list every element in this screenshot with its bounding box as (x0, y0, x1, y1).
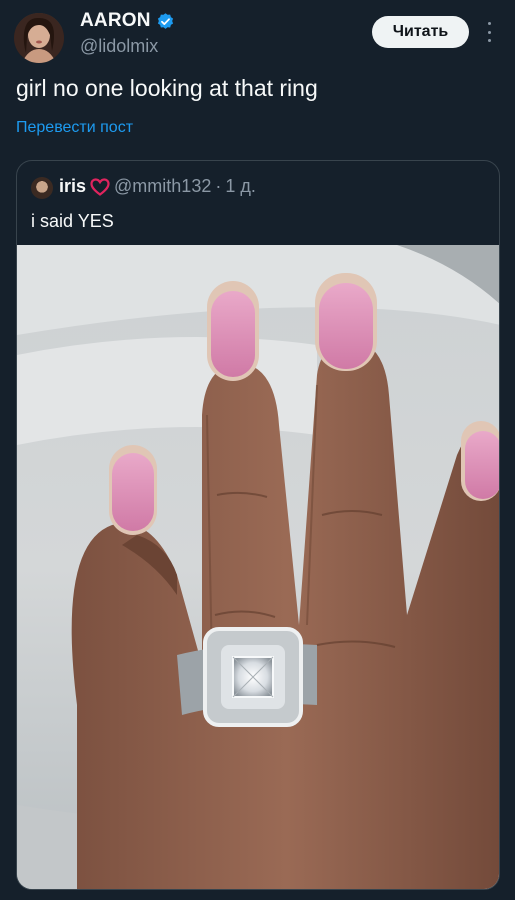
dot-icon (487, 22, 491, 25)
quoted-post-text: i said YES (31, 211, 114, 231)
verified-badge-icon (157, 12, 173, 29)
post-text: girl no one looking at that ring (16, 75, 318, 101)
tweet-header: AARON @lidolmix Читать (0, 0, 515, 70)
quoted-author-avatar[interactable] (31, 177, 53, 199)
quoted-post[interactable]: iris @mmith132 · 1 д. i said YES (16, 160, 500, 890)
translate-post-link[interactable]: Перевести пост (16, 119, 133, 137)
dot-icon (487, 30, 491, 34)
hand-with-ring-photo[interactable] (17, 245, 500, 890)
quoted-author-row: iris @mmith132 · 1 д. (59, 176, 256, 197)
author-name-row[interactable]: AARON (80, 10, 175, 32)
dot-icon (487, 39, 491, 42)
follow-button[interactable]: Читать (372, 16, 469, 48)
profile-photo-icon (14, 13, 64, 63)
heart-icon (90, 177, 110, 196)
author-display-name[interactable]: AARON (80, 10, 151, 32)
separator-dot: · (215, 176, 222, 196)
quoted-timestamp[interactable]: 1 д. (225, 176, 256, 197)
more-options-icon[interactable] (482, 20, 496, 44)
author-handle[interactable]: @lidolmix (80, 36, 158, 57)
quoted-display-name[interactable]: iris (59, 176, 86, 197)
author-avatar[interactable] (14, 13, 64, 63)
quoted-handle[interactable]: @mmith132 (114, 176, 211, 197)
